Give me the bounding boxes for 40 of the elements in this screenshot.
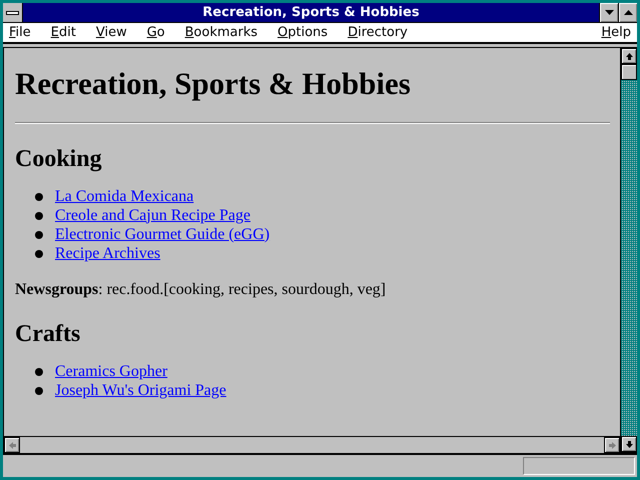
section-heading: Crafts <box>15 321 82 348</box>
bullet-icon <box>35 250 43 258</box>
maximize-button[interactable] <box>618 3 637 22</box>
system-menu-button[interactable] <box>3 3 23 22</box>
link[interactable]: Creole and Cajun Recipe Page <box>55 206 250 224</box>
minimize-button[interactable] <box>599 3 618 22</box>
left-arrow-icon <box>8 440 16 450</box>
right-arrow-icon <box>608 440 616 450</box>
bullet-icon <box>35 212 43 220</box>
up-arrow-icon <box>624 8 632 17</box>
link[interactable]: La Comida Mexicana <box>55 188 194 206</box>
menu-item[interactable]: Options <box>278 25 328 40</box>
page-heading: Recreation, Sports & Hobbies <box>15 66 412 102</box>
link[interactable]: Recipe Archives <box>55 244 160 262</box>
window-title: Recreation, Sports & Hobbies <box>202 4 420 22</box>
bullet-icon <box>35 192 43 200</box>
scroll-up-button[interactable] <box>621 48 637 64</box>
bullet-icon <box>35 368 43 376</box>
link[interactable]: Ceramics Gopher <box>55 362 168 380</box>
menu-item[interactable]: Directory <box>348 25 408 40</box>
link[interactable]: Electronic Gourmet Guide (eGG) <box>55 226 270 244</box>
scroll-left-button[interactable] <box>4 437 20 453</box>
bar-icon <box>6 10 19 14</box>
section-heading: Cooking <box>15 146 103 173</box>
scroll-right-button[interactable] <box>604 437 620 453</box>
bullet-icon <box>35 230 43 238</box>
scroll-down-button[interactable] <box>621 436 637 452</box>
help-menu-item[interactable]: Help <box>601 25 631 40</box>
menu-item[interactable]: Go <box>146 25 165 40</box>
menu-item[interactable]: Edit <box>50 25 76 40</box>
up-arrow-icon <box>624 52 634 60</box>
scroll-thumb[interactable] <box>621 64 637 80</box>
newsgroups-text: Newsgroups: rec.food.[cooking, recipes, sourdough, veg] <box>15 281 387 299</box>
menu-item[interactable]: Bookmarks <box>184 25 258 40</box>
down-arrow-icon <box>604 8 614 17</box>
down-arrow-icon <box>624 440 634 448</box>
menu-item[interactable]: View <box>96 25 127 40</box>
bullet-icon <box>35 386 43 394</box>
menu-item[interactable]: File <box>9 25 31 40</box>
link[interactable]: Joseph Wu's Origami Page <box>55 382 226 400</box>
